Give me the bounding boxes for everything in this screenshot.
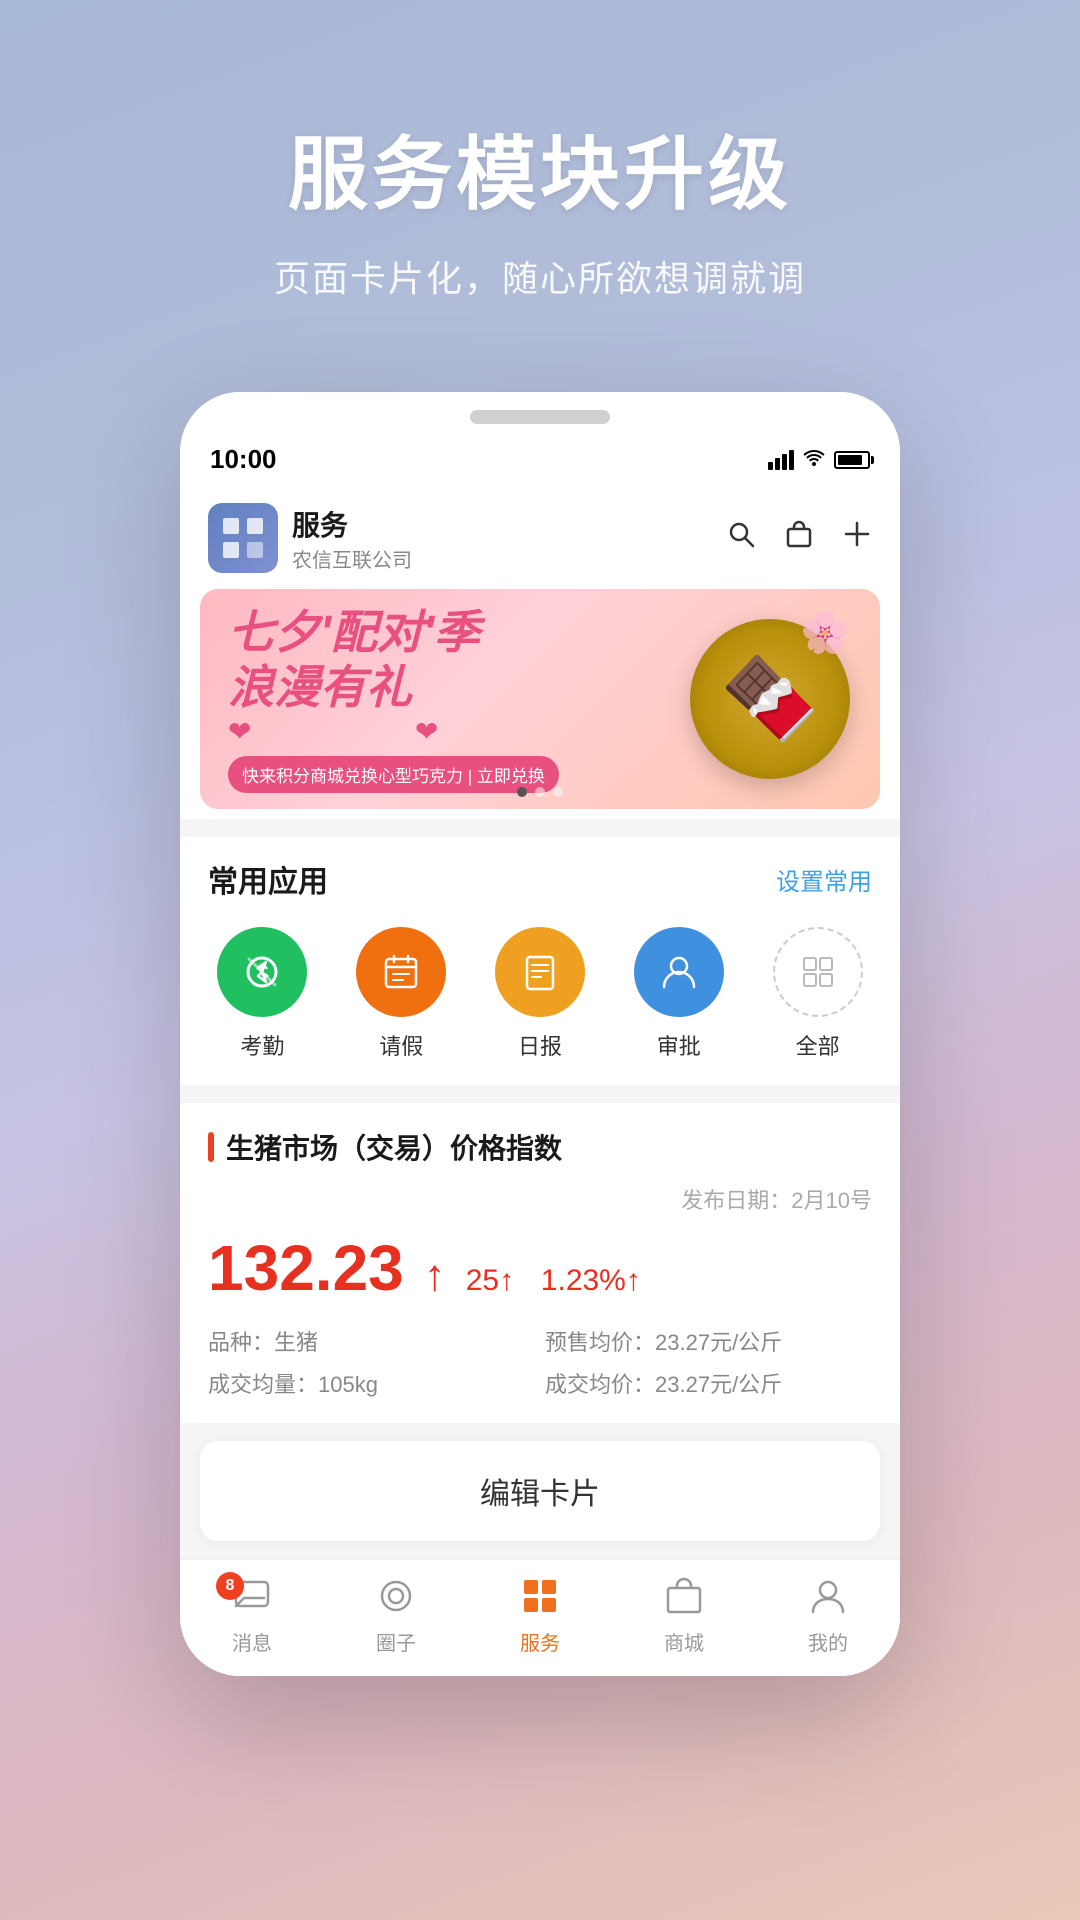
price-details: 品种：生猪 预售均价：23.27元/公斤 成交均量：105kg 成交均价：23.… <box>208 1325 872 1399</box>
bag-icon[interactable] <box>784 519 814 558</box>
app-item-kaochin[interactable]: 考勤 <box>208 927 317 1061</box>
price-detail-volume-label: 成交均量：105kg <box>208 1367 535 1399</box>
status-time: 10:00 <box>210 444 277 475</box>
section-header: 常用应用 设置常用 <box>180 837 900 917</box>
market-title-text: 生猪市场（交易）价格指数 <box>226 1127 562 1167</box>
banner-cta[interactable]: 快来积分商城兑换心型巧克力 | 立即兑换 <box>228 756 559 793</box>
bottom-nav: 8 消息 圈子 <box>180 1559 900 1676</box>
banner-dot-1[interactable] <box>517 787 527 797</box>
title-indicator <box>208 1132 214 1162</box>
section-title: 常用应用 <box>208 857 328 901</box>
page-header: 服务模块升级 页面卡片化，随心所欲想调就调 <box>0 0 1080 352</box>
nav-label-mine: 我的 <box>808 1627 848 1656</box>
nav-label-circle: 圈子 <box>376 1627 416 1656</box>
edit-card-button[interactable]: 编辑卡片 <box>200 1441 880 1541</box>
price-row: 132.23 ↑ 25↑ 1.23%↑ <box>208 1231 872 1305</box>
app-item-shenpi[interactable]: 审批 <box>624 927 733 1061</box>
phone-notch-bar <box>470 410 610 424</box>
plus-icon[interactable] <box>842 519 872 558</box>
nav-label-messages: 消息 <box>232 1627 272 1656</box>
banner-title-line1: 七夕'配对'季 <box>228 605 632 660</box>
banner-area: 七夕'配对'季 浪漫有礼 ❤ ❤ 快来积分商城兑换心型巧克力 | 立即兑换 🍫 … <box>180 589 900 819</box>
messages-badge: 8 <box>216 1572 244 1600</box>
app-label-all: 全部 <box>796 1029 840 1061</box>
publish-date: 发布日期：2月10号 <box>208 1183 872 1215</box>
app-label-daily: 日报 <box>518 1029 562 1061</box>
banner[interactable]: 七夕'配对'季 浪漫有礼 ❤ ❤ 快来积分商城兑换心型巧克力 | 立即兑换 🍫 … <box>200 589 880 809</box>
market-card: 生猪市场（交易）价格指数 发布日期：2月10号 132.23 ↑ 25↑ 1.2… <box>180 1103 900 1423</box>
banner-dots <box>517 787 563 797</box>
market-title: 生猪市场（交易）价格指数 <box>208 1127 872 1167</box>
wifi-icon <box>802 448 826 472</box>
app-label-attendance: 考勤 <box>240 1029 284 1061</box>
messages-icon <box>232 1603 272 1620</box>
price-detail-breed-label: 品种：生猪 <box>208 1325 535 1357</box>
app-item-qingjia[interactable]: 请假 <box>347 927 456 1061</box>
app-logo-area: 服务 农信互联公司 <box>208 503 412 573</box>
nav-item-circle[interactable]: 圈子 <box>324 1576 468 1656</box>
app-name: 服务 <box>292 504 412 544</box>
nav-label-service: 服务 <box>520 1627 560 1656</box>
page-subtitle: 页面卡片化，随心所欲想调就调 <box>80 250 1000 302</box>
page-title: 服务模块升级 <box>80 110 1000 226</box>
nav-item-shop[interactable]: 商城 <box>612 1576 756 1656</box>
price-detail-avg-label: 成交均价：23.27元/公斤 <box>545 1367 872 1399</box>
app-label-approve: 审批 <box>657 1029 701 1061</box>
price-detail-presale-label: 预售均价：23.27元/公斤 <box>545 1325 872 1357</box>
edit-card-label: 编辑卡片 <box>480 1478 600 1511</box>
app-company: 农信互联公司 <box>292 544 412 573</box>
apps-grid: 考勤 <box>180 917 900 1085</box>
shop-icon <box>664 1576 704 1621</box>
nav-item-mine[interactable]: 我的 <box>756 1576 900 1656</box>
price-up-arrow: ↑ <box>424 1251 446 1301</box>
status-bar: 10:00 <box>180 432 900 487</box>
app-icon-approve <box>634 927 724 1017</box>
app-icon-leave <box>356 927 446 1017</box>
common-apps-section: 常用应用 设置常用 <box>180 837 900 1085</box>
app-label-leave: 请假 <box>379 1029 423 1061</box>
nav-item-service[interactable]: 服务 <box>468 1576 612 1656</box>
nav-item-messages[interactable]: 8 消息 <box>180 1576 324 1656</box>
nav-label-shop: 商城 <box>664 1627 704 1656</box>
section-action[interactable]: 设置常用 <box>776 862 872 897</box>
banner-hearts: ❤ ❤ <box>228 715 632 748</box>
app-header-icons <box>726 519 872 558</box>
price-change-value: 25↑ 1.23%↑ <box>466 1261 641 1298</box>
banner-title-line2: 浪漫有礼 <box>228 660 632 715</box>
mine-icon <box>808 1576 848 1621</box>
circle-icon <box>376 1576 416 1621</box>
banner-decoration: 🌸 <box>800 609 850 656</box>
battery-icon <box>834 451 870 469</box>
app-icon-attendance <box>217 927 307 1017</box>
banner-text-area: 七夕'配对'季 浪漫有礼 ❤ ❤ 快来积分商城兑换心型巧克力 | 立即兑换 <box>200 589 660 809</box>
price-main: 132.23 <box>208 1231 404 1305</box>
search-icon[interactable] <box>726 519 756 558</box>
app-item-ribao[interactable]: 日报 <box>486 927 595 1061</box>
service-icon <box>520 1576 560 1621</box>
signal-icon <box>768 450 794 470</box>
app-logo <box>208 503 278 573</box>
phone-notch <box>180 392 900 432</box>
phone-mockup: 10:00 <box>180 392 900 1676</box>
app-item-all[interactable]: 全部 <box>763 927 872 1061</box>
app-icon-all <box>773 927 863 1017</box>
banner-dot-3[interactable] <box>553 787 563 797</box>
banner-dot-2[interactable] <box>535 787 545 797</box>
app-icon-daily <box>495 927 585 1017</box>
app-title-area: 服务 农信互联公司 <box>292 504 412 573</box>
app-header: 服务 农信互联公司 <box>180 487 900 589</box>
status-icons <box>768 448 870 472</box>
phone-content: 七夕'配对'季 浪漫有礼 ❤ ❤ 快来积分商城兑换心型巧克力 | 立即兑换 🍫 … <box>180 589 900 1676</box>
